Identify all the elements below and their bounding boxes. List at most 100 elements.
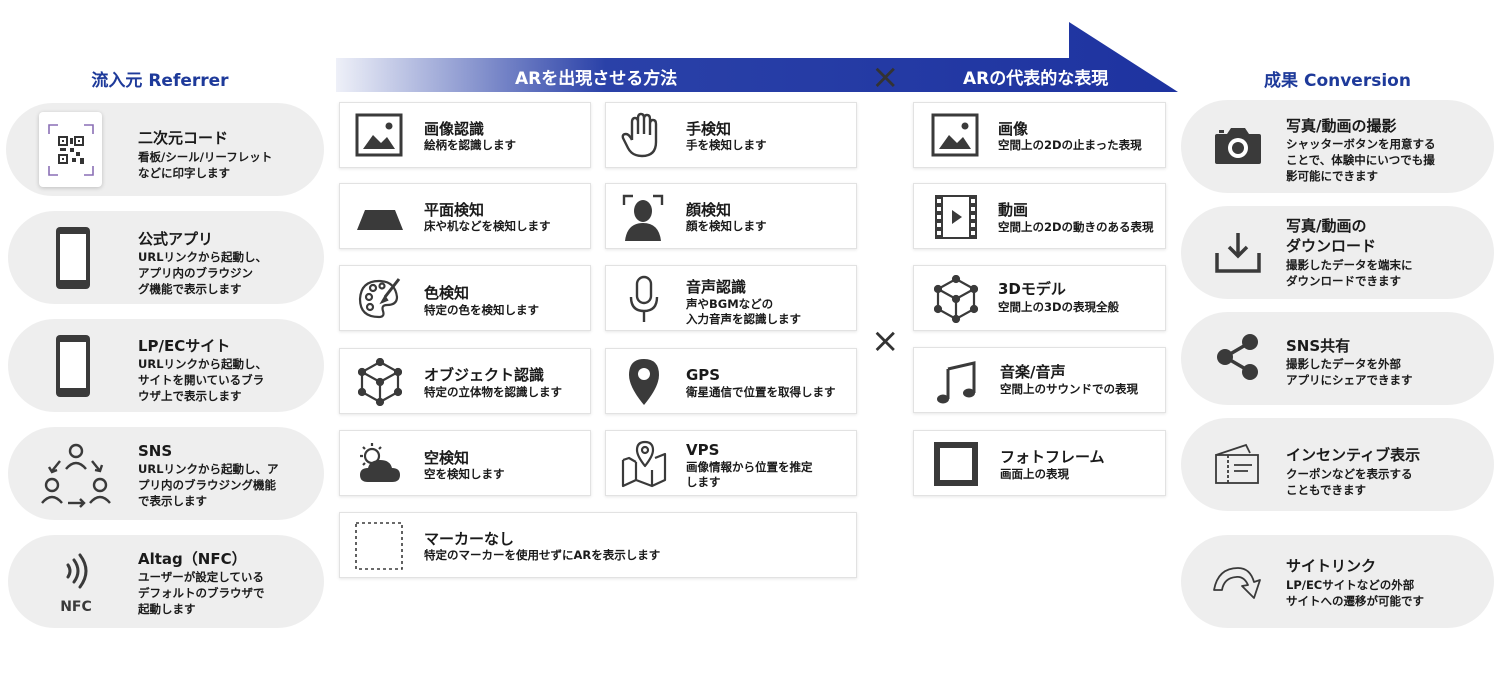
method-desc-line: 手を検知します	[686, 138, 767, 152]
referrer-title: LP/ECサイト	[138, 337, 231, 355]
conversion-title: 写真/動画の	[1286, 217, 1367, 235]
referrer-title: 二次元コード	[138, 129, 229, 147]
method-desc-line: 空を検知します	[424, 467, 505, 481]
referrer-desc-line: 起動します	[138, 602, 196, 616]
expression-title: 3Dモデル	[998, 280, 1066, 298]
referrer-title: SNS	[138, 442, 173, 460]
method-card-color-detection: 色検知 特定の色を検知します	[339, 265, 591, 331]
palette-icon	[354, 274, 404, 324]
referrer-desc-line: URLリンクから起動し、ア	[138, 462, 279, 476]
referrer-item-sns: SNS URLリンクから起動し、ア プリ内のブラウジング機能 で表示します	[8, 427, 324, 520]
method-column-title: ARを出現させる方法	[515, 69, 678, 89]
method-desc-line: 床や机などを検知します	[424, 219, 551, 233]
method-card-hand-detection: 手検知 手を検知します	[605, 102, 857, 168]
method-desc-line: 特定の色を検知します	[424, 303, 539, 317]
conversion-item-incentive: インセンティブ表示 クーポンなどを表示する こともできます	[1181, 418, 1494, 511]
referrer-desc-line: プリ内のブラウジング機能	[138, 478, 276, 492]
expression-title: 動画	[998, 201, 1029, 219]
weather-icon	[354, 439, 406, 487]
download-icon	[1211, 230, 1265, 276]
expression-card-image: 画像 空間上の2Dの止まった表現	[913, 102, 1166, 168]
expression-desc-line: 空間上のサウンドでの表現	[1000, 382, 1138, 396]
method-card-image-recognition: 画像認識 絵柄を認識します	[339, 102, 591, 168]
conversion-desc-line: アプリにシェアできます	[1286, 373, 1413, 387]
referrer-desc-line: ウザ上で表示します	[138, 389, 242, 403]
conversion-title: ダウンロード	[1286, 237, 1377, 255]
times-symbol-top: ×	[871, 57, 900, 97]
conversion-title: SNS共有	[1286, 337, 1351, 355]
method-desc-line: 声やBGMなどの	[686, 297, 774, 311]
expression-desc-line: 空間上の2Dの動きのある表現	[998, 220, 1154, 234]
method-title: 画像認識	[424, 120, 485, 138]
method-desc-line: 入力音声を認識します	[686, 312, 801, 326]
referrer-desc-line: サイトを開いているブラ	[138, 373, 265, 387]
conversion-item-sns-share: SNS共有 撮影したデータを外部 アプリにシェアできます	[1181, 312, 1494, 405]
method-desc-line: 特定の立体物を認識します	[424, 385, 562, 399]
image-icon	[930, 112, 980, 158]
method-card-gps: GPS 衛星通信で位置を取得します	[605, 348, 857, 414]
times-symbol-middle: ×	[871, 321, 900, 361]
conversion-desc-line: クーポンなどを表示する	[1286, 467, 1413, 481]
conversion-desc-line: サイトへの遷移が可能です	[1286, 594, 1424, 608]
conversion-title: インセンティブ表示	[1286, 446, 1421, 464]
microphone-icon	[626, 274, 662, 326]
referrer-desc-line: URLリンクから起動し、	[138, 250, 268, 264]
conversion-desc-line: 影可能にできます	[1286, 169, 1378, 183]
expression-card-music-audio: 音楽/音声 空間上のサウンドでの表現	[913, 347, 1166, 413]
method-desc-line: 顔を検知します	[686, 219, 767, 233]
conversion-desc-line: シャッターボタンを用意する	[1286, 137, 1436, 151]
conversion-item-download: 写真/動画の ダウンロード 撮影したデータを端末に ダウンロードできます	[1181, 206, 1494, 299]
conversion-title: サイトリンク	[1286, 557, 1377, 575]
expression-card-video: 動画 空間上の2Dの動きのある表現	[913, 183, 1166, 249]
face-icon	[620, 192, 666, 242]
smartphone-icon	[53, 225, 93, 291]
camera-icon	[1211, 122, 1265, 168]
method-card-object-recognition: オブジェクト認識 特定の立体物を認識します	[339, 348, 591, 414]
method-title: GPS	[686, 366, 721, 384]
nfc-icon-label: NFC	[60, 599, 92, 615]
method-title: オブジェクト認識	[424, 366, 545, 384]
method-card-sky-detection: 空検知 空を検知します	[339, 430, 591, 496]
people-cycle-icon	[38, 439, 114, 509]
conversion-desc-line: ことで、体験中にいつでも撮	[1286, 153, 1435, 167]
cube-icon	[932, 274, 980, 324]
expression-desc-line: 画面上の表現	[1000, 467, 1069, 481]
conversion-title: 写真/動画の撮影	[1286, 117, 1397, 135]
conversion-item-site-link: サイトリンク LP/ECサイトなどの外部 サイトへの遷移が可能です	[1181, 535, 1494, 628]
conversion-desc-line: 撮影したデータを端末に	[1286, 258, 1413, 272]
method-title: マーカーなし	[424, 530, 515, 548]
share-icon	[1213, 332, 1263, 382]
conversion-item-photo-video-capture: 写真/動画の撮影 シャッターボタンを用意する ことで、体験中にいつでも撮 影可能…	[1181, 100, 1494, 193]
method-title: 平面検知	[424, 201, 485, 219]
qr-code-icon	[39, 112, 102, 187]
referrer-desc-line: で表示します	[138, 494, 207, 508]
method-desc-line: 絵柄を認識します	[424, 138, 516, 152]
referrer-item-official-app: 公式アプリ URLリンクから起動し、 アプリ内のブラウジン グ機能で表示します	[8, 211, 324, 304]
conversion-column-title: 成果 Conversion	[1264, 71, 1411, 91]
expression-desc-line: 空間上の3Dの表現全般	[998, 300, 1120, 314]
image-icon	[354, 112, 404, 158]
method-title: 色検知	[424, 284, 470, 302]
referrer-desc-line: などに印字します	[138, 166, 230, 180]
method-card-vps: VPS 画像情報から位置を推定 します	[605, 430, 857, 496]
method-card-plane-detection: 平面検知 床や机などを検知します	[339, 183, 591, 249]
method-card-face-detection: 顔検知 顔を検知します	[605, 183, 857, 249]
referrer-title: 公式アプリ	[138, 230, 214, 248]
coupon-icon	[1209, 440, 1265, 488]
dotted-square-icon	[354, 521, 404, 571]
method-title: 顔検知	[686, 201, 732, 219]
expression-card-3d-model: 3Dモデル 空間上の3Dの表現全般	[913, 265, 1166, 331]
expression-column-title: ARの代表的な表現	[963, 69, 1109, 89]
expression-card-photo-frame: フォトフレーム 画面上の表現	[913, 430, 1166, 496]
method-title: 音声認識	[686, 278, 747, 296]
referrer-desc-line: グ機能で表示します	[138, 282, 242, 296]
method-desc-line: します	[686, 475, 721, 489]
referrer-item-lp-ec-site: LP/ECサイト URLリンクから起動し、 サイトを開いているブラ ウザ上で表示…	[8, 319, 324, 412]
referrer-desc-line: アプリ内のブラウジン	[138, 266, 253, 280]
cube-icon	[356, 357, 404, 407]
referrer-desc-line: デフォルトのブラウザで	[138, 586, 265, 600]
method-desc-line: 画像情報から位置を推定	[686, 460, 813, 474]
expression-desc-line: 空間上の2Dの止まった表現	[998, 138, 1142, 152]
expression-title: フォトフレーム	[1000, 448, 1105, 466]
nfc-icon	[48, 549, 100, 593]
